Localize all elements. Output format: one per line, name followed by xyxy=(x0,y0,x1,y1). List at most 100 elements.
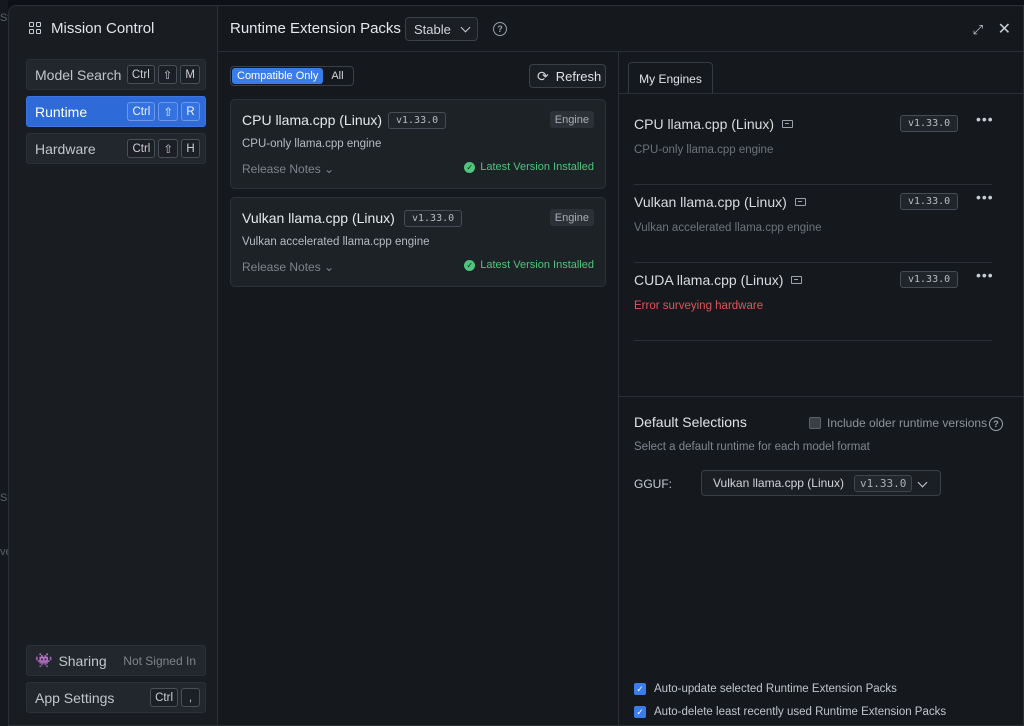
status-text: Latest Version Installed xyxy=(480,259,594,271)
nav-label: App Settings xyxy=(35,689,115,706)
shortcut-keys: Ctrl ⇧ H xyxy=(127,139,200,158)
default-selections-title: Default Selections xyxy=(634,414,747,430)
nav-runtime[interactable]: Runtime Ctrl ⇧ R xyxy=(26,96,206,127)
version-badge: v1.33.0 xyxy=(900,115,959,132)
version-badge: v1.33.0 xyxy=(900,193,959,210)
close-icon[interactable]: ✕ xyxy=(998,19,1011,39)
auto-delete-label: Auto-delete least recently used Runtime … xyxy=(654,706,947,718)
pack-card[interactable]: CPU llama.cpp (Linux) v1.33.0 Engine CPU… xyxy=(230,99,606,189)
release-notes-toggle[interactable]: Release Notes ⌄ xyxy=(242,260,334,274)
filter-all[interactable]: All xyxy=(323,68,351,84)
nav-hardware[interactable]: Hardware Ctrl ⇧ H xyxy=(26,133,206,164)
gguf-label: GGUF: xyxy=(634,477,672,491)
notes-icon[interactable] xyxy=(794,198,806,206)
filter-compatible-only[interactable]: Compatible Only xyxy=(232,68,324,84)
pack-description: Vulkan accelerated llama.cpp engine xyxy=(242,236,430,248)
engine-badge: Engine xyxy=(549,111,594,128)
extension-packs-pane: Compatible Only All ⟳ Refresh CPU llama.… xyxy=(218,6,618,725)
auto-update-option[interactable]: ✓ Auto-update selected Runtime Extension… xyxy=(634,683,897,695)
pack-name: Vulkan llama.cpp (Linux) xyxy=(242,210,395,226)
engine-row: Vulkan llama.cpp (Linux) v1.33.0 ••• Vul… xyxy=(634,185,994,263)
key: Ctrl xyxy=(127,102,156,121)
key: Ctrl xyxy=(126,65,155,84)
nav-model-search[interactable]: Model Search Ctrl ⇧ M xyxy=(26,59,206,90)
gguf-selected-runtime: Vulkan llama.cpp (Linux) xyxy=(713,476,844,490)
background-window: Sta Su vell xyxy=(0,0,17,726)
refresh-icon: ⟳ xyxy=(537,67,549,84)
install-status: ✓ Latest Version Installed xyxy=(464,161,594,173)
include-older-label: Include older runtime versions xyxy=(827,416,988,430)
checkbox-checked-icon[interactable]: ✓ xyxy=(634,706,646,718)
pack-name: CPU llama.cpp (Linux) xyxy=(242,112,383,128)
refresh-label: Refresh xyxy=(555,68,602,84)
my-engines-pane: My Engines CPU llama.cpp (Linux) v1.33.0… xyxy=(618,52,1023,725)
sign-in-status: Not Signed In xyxy=(123,653,196,668)
notes-icon[interactable] xyxy=(791,276,803,284)
refresh-button[interactable]: ⟳ Refresh xyxy=(529,64,606,88)
engine-description: CPU-only llama.cpp engine xyxy=(634,144,774,156)
engine-name: CPU llama.cpp (Linux) xyxy=(634,116,794,132)
sidebar-title: Mission Control xyxy=(29,18,154,38)
version-badge: v1.33.0 xyxy=(404,210,463,227)
engine-name-label: Vulkan llama.cpp (Linux) xyxy=(634,194,787,210)
key: , xyxy=(181,688,200,707)
release-notes-label: Release Notes xyxy=(242,162,321,176)
pack-card[interactable]: Vulkan llama.cpp (Linux) v1.33.0 Engine … xyxy=(230,197,606,287)
gguf-runtime-select[interactable]: Vulkan llama.cpp (Linux) v1.33.0 xyxy=(701,470,941,496)
nav-sharing[interactable]: 👾 Sharing Not Signed In xyxy=(26,645,206,676)
nav-label: Sharing xyxy=(58,652,107,669)
filter-toggle: Compatible Only All xyxy=(230,66,354,86)
version-badge: v1.33.0 xyxy=(900,271,959,288)
grid-icon xyxy=(29,22,41,34)
tab-label: My Engines xyxy=(639,71,702,86)
auto-delete-option[interactable]: ✓ Auto-delete least recently used Runtim… xyxy=(634,706,946,718)
shift-key-icon: ⇧ xyxy=(158,102,178,121)
expand-icon[interactable]: ⤢ xyxy=(973,22,983,38)
engine-name: Vulkan llama.cpp (Linux) xyxy=(634,194,806,210)
release-notes-toggle[interactable]: Release Notes ⌄ xyxy=(242,162,334,176)
engine-name-label: CPU llama.cpp (Linux) xyxy=(634,116,775,132)
engine-error: Error surveying hardware xyxy=(634,300,764,312)
check-circle-icon: ✓ xyxy=(464,259,476,271)
default-selections-subtitle: Select a default runtime for each model … xyxy=(634,441,870,453)
install-status: ✓ Latest Version Installed xyxy=(464,259,594,271)
shortcut-keys: Ctrl ⇧ R xyxy=(127,102,200,121)
include-older-checkbox[interactable]: Include older runtime versions xyxy=(809,416,987,430)
mission-control-window: Mission Control Model Search Ctrl ⇧ M Ru… xyxy=(8,5,1024,726)
more-options-icon[interactable]: ••• xyxy=(976,189,994,205)
check-circle-icon: ✓ xyxy=(464,161,476,173)
nav-label: Hardware xyxy=(35,140,96,157)
chevron-down-icon xyxy=(917,477,928,488)
notes-icon[interactable] xyxy=(782,120,794,128)
key: Ctrl xyxy=(127,139,156,158)
nav-app-settings[interactable]: App Settings Ctrl , xyxy=(26,682,206,713)
shortcut-keys: Ctrl , xyxy=(150,688,200,707)
engine-name-label: CUDA llama.cpp (Linux) xyxy=(634,272,784,288)
tab-my-engines[interactable]: My Engines xyxy=(628,62,713,94)
engine-name: CUDA llama.cpp (Linux) xyxy=(634,272,803,288)
key: Ctrl xyxy=(150,688,178,707)
shift-key-icon: ⇧ xyxy=(158,139,178,158)
section-divider xyxy=(619,396,1023,397)
engine-description: Vulkan accelerated llama.cpp engine xyxy=(634,222,822,234)
nav-label: Runtime xyxy=(35,103,88,120)
chevron-down-icon: ⌄ xyxy=(324,260,335,274)
shortcut-keys: Ctrl ⇧ M xyxy=(126,65,200,84)
auto-update-label: Auto-update selected Runtime Extension P… xyxy=(654,683,897,695)
version-badge: v1.33.0 xyxy=(388,112,447,129)
key: M xyxy=(180,65,200,84)
key: R xyxy=(181,102,200,121)
help-icon[interactable]: ? xyxy=(989,417,1003,431)
shift-key-icon: ⇧ xyxy=(157,65,178,84)
more-options-icon[interactable]: ••• xyxy=(976,267,994,283)
checkbox-unchecked[interactable] xyxy=(809,417,821,429)
engine-row: CPU llama.cpp (Linux) v1.33.0 ••• CPU-on… xyxy=(634,107,994,185)
checkbox-checked-icon[interactable]: ✓ xyxy=(634,683,646,695)
key: H xyxy=(181,139,200,158)
pack-description: CPU-only llama.cpp engine xyxy=(242,138,382,150)
chevron-down-icon: ⌄ xyxy=(324,162,335,176)
nav-label: Model Search xyxy=(35,66,122,83)
version-badge: v1.33.0 xyxy=(853,474,913,492)
more-options-icon[interactable]: ••• xyxy=(976,111,994,127)
release-notes-label: Release Notes xyxy=(242,260,321,274)
